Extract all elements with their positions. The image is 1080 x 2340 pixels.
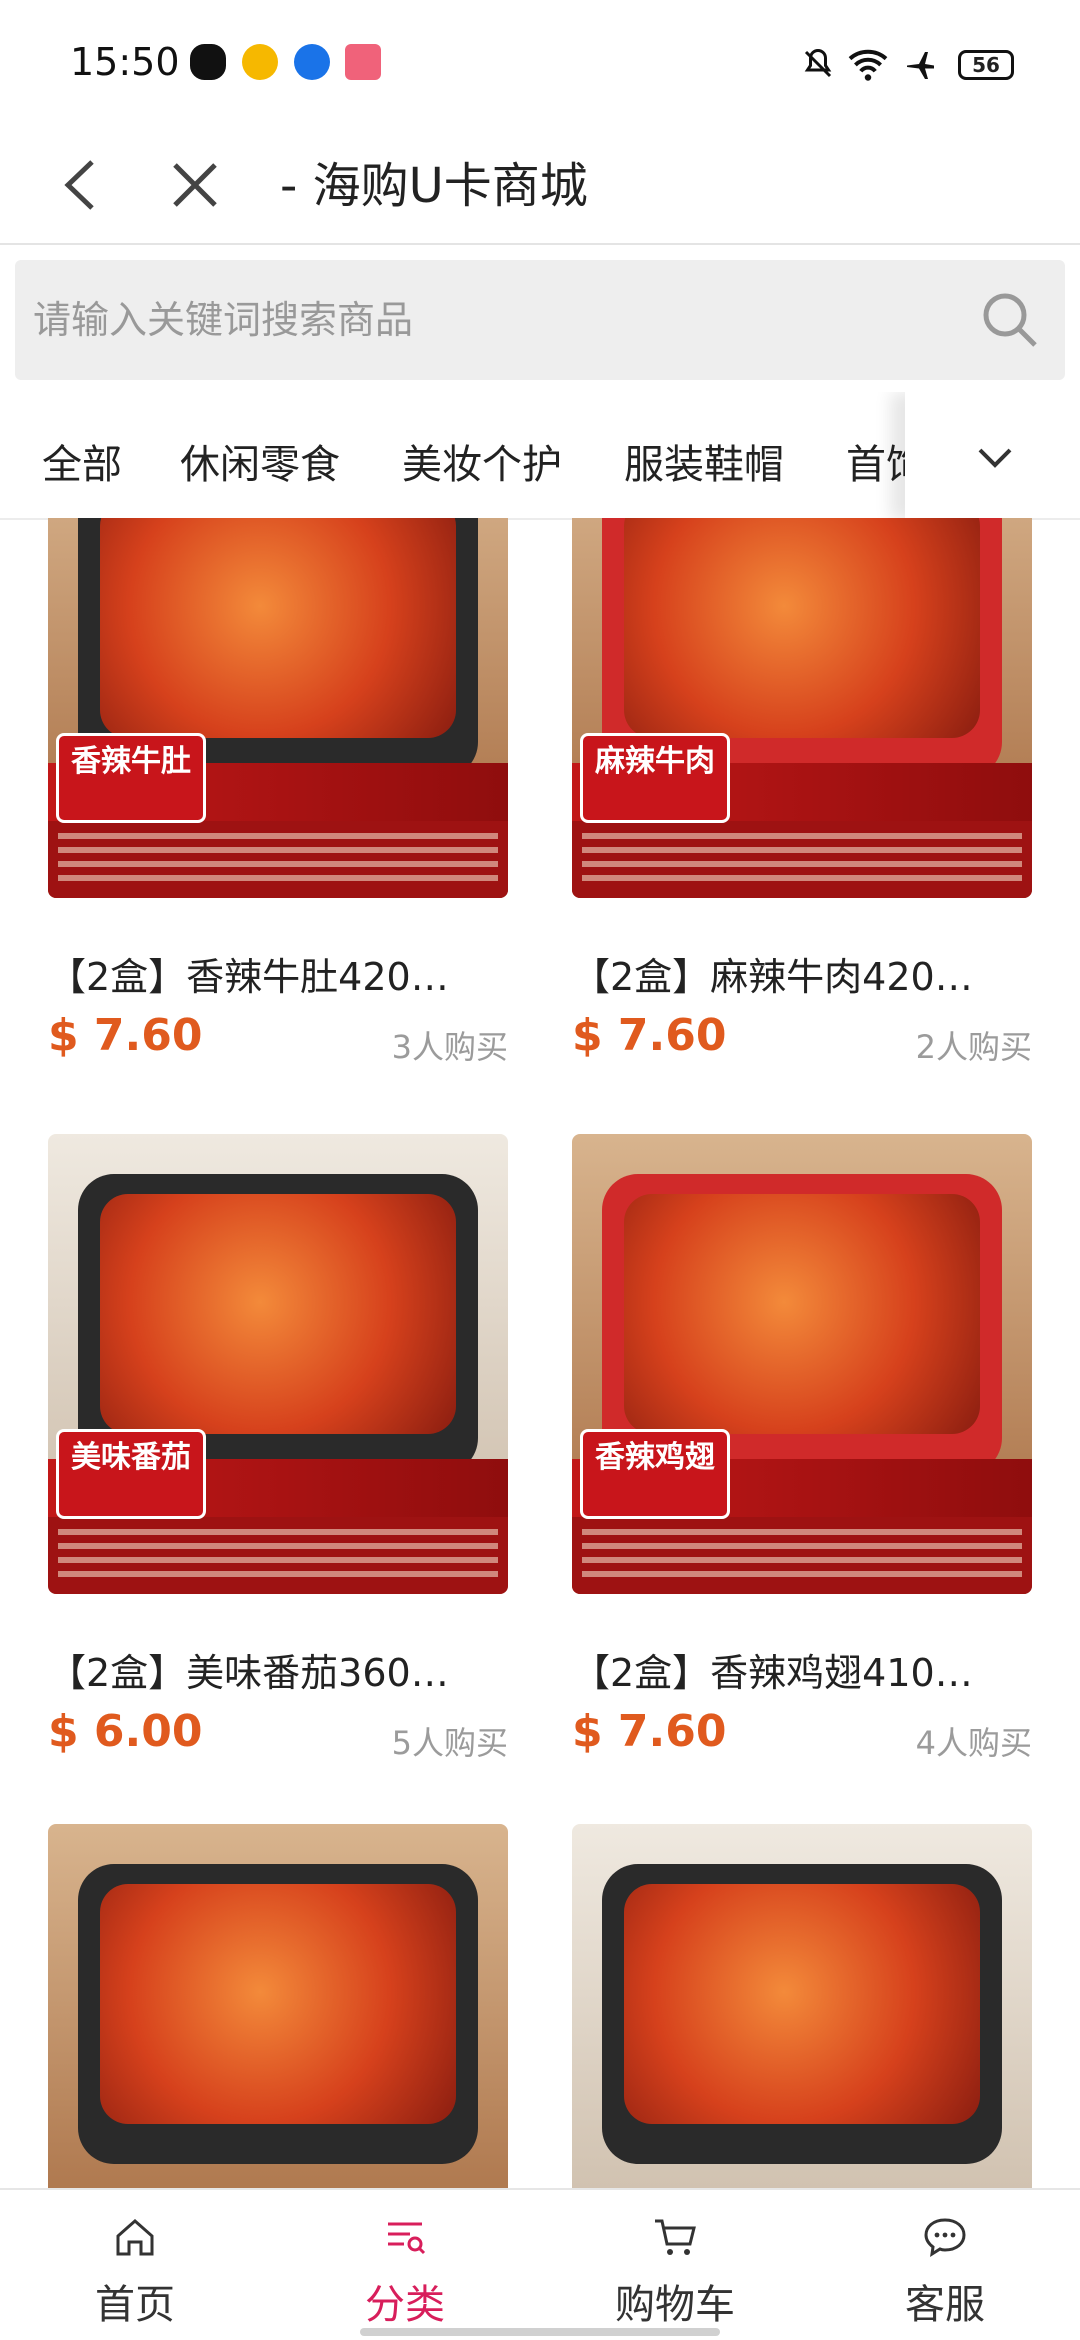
- nav-home[interactable]: 首页: [0, 2190, 270, 2340]
- home-icon: [116, 2218, 154, 2256]
- product-badge: 香辣鸡翅: [580, 1429, 730, 1519]
- product-sold-count: 3人购买: [391, 1028, 508, 1066]
- page: 15:50 56 - 海购U卡商城 全部 休闲零食 美妆个护 服装鞋帽 首饰: [0, 0, 1080, 2340]
- product-sold-count: 4人购买: [915, 1724, 1032, 1762]
- product-price: $ 7.60: [572, 1706, 727, 1757]
- nav-category[interactable]: 分类: [270, 2190, 540, 2340]
- page-title: - 海购U卡商城: [280, 158, 588, 214]
- product-name: 【2盒】香辣牛肚420…: [48, 955, 449, 999]
- nav-label: 分类: [365, 2282, 445, 2328]
- battery-indicator: 56: [958, 50, 1014, 80]
- product-badge: 美味番茄: [56, 1429, 206, 1519]
- product-name: 【2盒】香辣鸡翅410…: [572, 1651, 973, 1695]
- mute-bell-icon: [804, 48, 832, 78]
- status-bar: 15:50 56: [0, 0, 1080, 130]
- product-image: [48, 1824, 508, 2188]
- app-notification-icon: [294, 44, 330, 80]
- nav-label: 首页: [95, 2282, 175, 2328]
- search-icon[interactable]: [975, 285, 1045, 355]
- tab-beauty[interactable]: 美妆个护: [402, 432, 562, 490]
- cart-icon: [655, 2219, 696, 2255]
- category-icon: [388, 2222, 426, 2255]
- product-sold-count: 2人购买: [915, 1028, 1032, 1066]
- product-sold-count: 5人购买: [391, 1724, 508, 1762]
- category-tabs: 全部 休闲零食 美妆个护 服装鞋帽 首饰: [0, 392, 1080, 520]
- back-arrow-icon[interactable]: [40, 140, 130, 230]
- chevron-down-icon[interactable]: [960, 422, 1030, 492]
- product-price: $ 6.00: [48, 1706, 203, 1757]
- product-badge: 香辣牛肚: [56, 733, 206, 823]
- search-bar: [15, 260, 1065, 380]
- product-name: 【2盒】美味番茄360…: [48, 1651, 449, 1695]
- product-image: 麻辣牛肉: [572, 518, 1032, 898]
- product-image: [572, 1824, 1032, 2188]
- product-grid: 香辣牛肚 【2盒】香辣牛肚420… $ 7.60 3人购买 麻辣牛肉 【2盒】麻…: [0, 518, 1080, 2188]
- bolt-icon: [242, 44, 278, 80]
- wifi-icon: [848, 49, 888, 81]
- chat-icon: [924, 2218, 966, 2257]
- tab-all[interactable]: 全部: [42, 432, 122, 490]
- nav-service[interactable]: 客服: [810, 2190, 1080, 2340]
- nav-label: 购物车: [615, 2282, 735, 2328]
- tab-apparel[interactable]: 服装鞋帽: [624, 432, 784, 490]
- product-price: $ 7.60: [48, 1010, 203, 1061]
- wechat-icon: [190, 44, 226, 80]
- product-price: $ 7.60: [572, 1010, 727, 1061]
- close-icon[interactable]: [150, 140, 240, 230]
- product-badge: 麻辣牛肉: [580, 733, 730, 823]
- airplane-icon: [907, 52, 934, 79]
- product-image: 香辣鸡翅: [572, 1134, 1032, 1594]
- product-image: 美味番茄: [48, 1134, 508, 1594]
- app-notification-icon: [345, 44, 381, 80]
- tab-snacks[interactable]: 休闲零食: [180, 432, 340, 490]
- status-time: 15:50: [70, 40, 180, 84]
- nav-label: 客服: [905, 2282, 985, 2328]
- product-image: 香辣牛肚: [48, 518, 508, 898]
- product-name: 【2盒】麻辣牛肉420…: [572, 955, 973, 999]
- home-indicator[interactable]: [360, 2328, 720, 2336]
- search-input[interactable]: [33, 260, 933, 380]
- app-header: - 海购U卡商城: [0, 130, 1080, 245]
- bottom-nav: 首页 分类 购物车 客服: [0, 2188, 1080, 2340]
- nav-cart[interactable]: 购物车: [540, 2190, 810, 2340]
